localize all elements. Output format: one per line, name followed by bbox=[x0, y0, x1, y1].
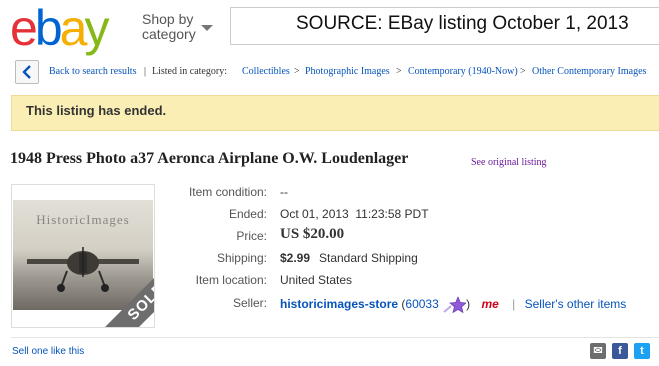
breadcrumb-contemporary[interactable]: Contemporary (1940-Now) bbox=[408, 66, 518, 77]
twitter-share-icon[interactable]: t bbox=[634, 343, 650, 359]
breadcrumb-photographic-images[interactable]: Photographic Images bbox=[305, 66, 390, 77]
location-value: United States bbox=[280, 273, 353, 287]
logo-letter-b: b bbox=[34, 0, 63, 56]
see-original-listing-link[interactable]: See original listing bbox=[471, 157, 547, 168]
item-title: 1948 Press Photo a37 Aeronca Airplane O.… bbox=[10, 150, 409, 167]
sellers-other-items-link[interactable]: Seller's other items bbox=[525, 297, 627, 311]
breadcrumb-arrow: > bbox=[294, 66, 300, 77]
listing-ended-message: This listing has ended. bbox=[26, 103, 167, 118]
chevron-left-icon bbox=[22, 65, 31, 79]
divider bbox=[11, 337, 659, 338]
seller-name-link[interactable]: historicimages-store bbox=[280, 297, 398, 311]
logo-letter-y: y bbox=[84, 0, 109, 56]
shop-by-label: Shop by bbox=[142, 11, 194, 27]
me-page-icon[interactable]: me bbox=[481, 297, 498, 311]
ended-value: Oct 01, 2013 11:23:58 PDT bbox=[280, 207, 429, 221]
location-label: Item location: bbox=[195, 273, 267, 287]
listed-in-label: Listed in category: bbox=[152, 66, 227, 77]
logo-letter-e: e bbox=[10, 0, 38, 56]
source-caption: SOURCE: EBay listing October 1, 2013 bbox=[296, 13, 629, 34]
breadcrumb-arrow: > bbox=[520, 66, 526, 77]
shipping-cost: $2.99 bbox=[280, 251, 311, 265]
price-value: US $20.00 bbox=[280, 226, 345, 242]
chevron-down-icon[interactable] bbox=[201, 25, 213, 31]
feedback-star-icon[interactable] bbox=[442, 296, 467, 314]
price-label: Price: bbox=[236, 229, 267, 243]
category-label: category bbox=[142, 26, 196, 42]
breadcrumb-collectibles[interactable]: Collectibles bbox=[242, 66, 290, 77]
shipping-method: Standard Shipping bbox=[319, 251, 418, 265]
feedback-score-link[interactable]: 60033 bbox=[405, 297, 438, 311]
breadcrumb-other-contemporary[interactable]: Other Contemporary Images bbox=[532, 66, 646, 77]
breadcrumb-separator: | bbox=[144, 66, 147, 77]
seller-row: historicimages-store (60033 ) me | Selle… bbox=[280, 296, 626, 314]
shop-by-category-button[interactable]: Shop by category bbox=[142, 12, 196, 42]
back-button[interactable] bbox=[15, 60, 39, 84]
seller-label: Seller: bbox=[232, 296, 267, 310]
seller-separator: | bbox=[512, 297, 516, 312]
condition-value: -- bbox=[280, 185, 288, 199]
email-share-icon[interactable]: ✉ bbox=[590, 343, 606, 359]
facebook-share-icon[interactable]: f bbox=[612, 343, 628, 359]
breadcrumb-arrow: > bbox=[396, 66, 402, 77]
logo-letter-a: a bbox=[59, 0, 88, 56]
shipping-label: Shipping: bbox=[216, 251, 267, 265]
ended-label: Ended: bbox=[228, 207, 267, 221]
back-to-search-link[interactable]: Back to search results bbox=[49, 66, 136, 77]
condition-label: Item condition: bbox=[188, 185, 267, 199]
sell-one-like-this-link[interactable]: Sell one like this bbox=[12, 346, 84, 357]
ebay-logo[interactable]: ebay bbox=[10, 0, 109, 56]
